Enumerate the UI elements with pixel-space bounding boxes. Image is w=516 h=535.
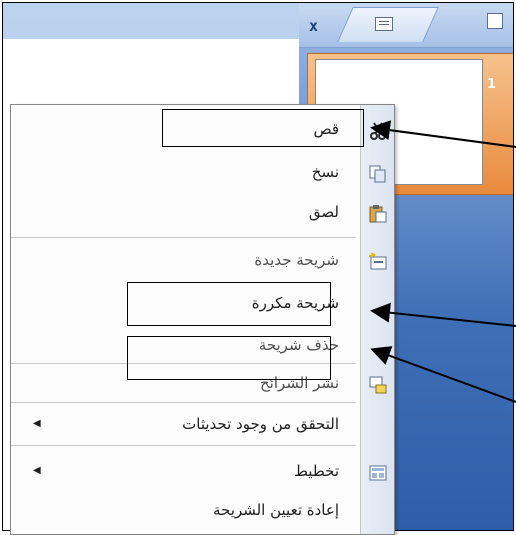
arrow-cut: [370, 120, 516, 148]
annotation-arrows: [370, 120, 516, 403]
arrow-duplicate: [370, 302, 516, 327]
arrow-delete: [370, 346, 516, 403]
